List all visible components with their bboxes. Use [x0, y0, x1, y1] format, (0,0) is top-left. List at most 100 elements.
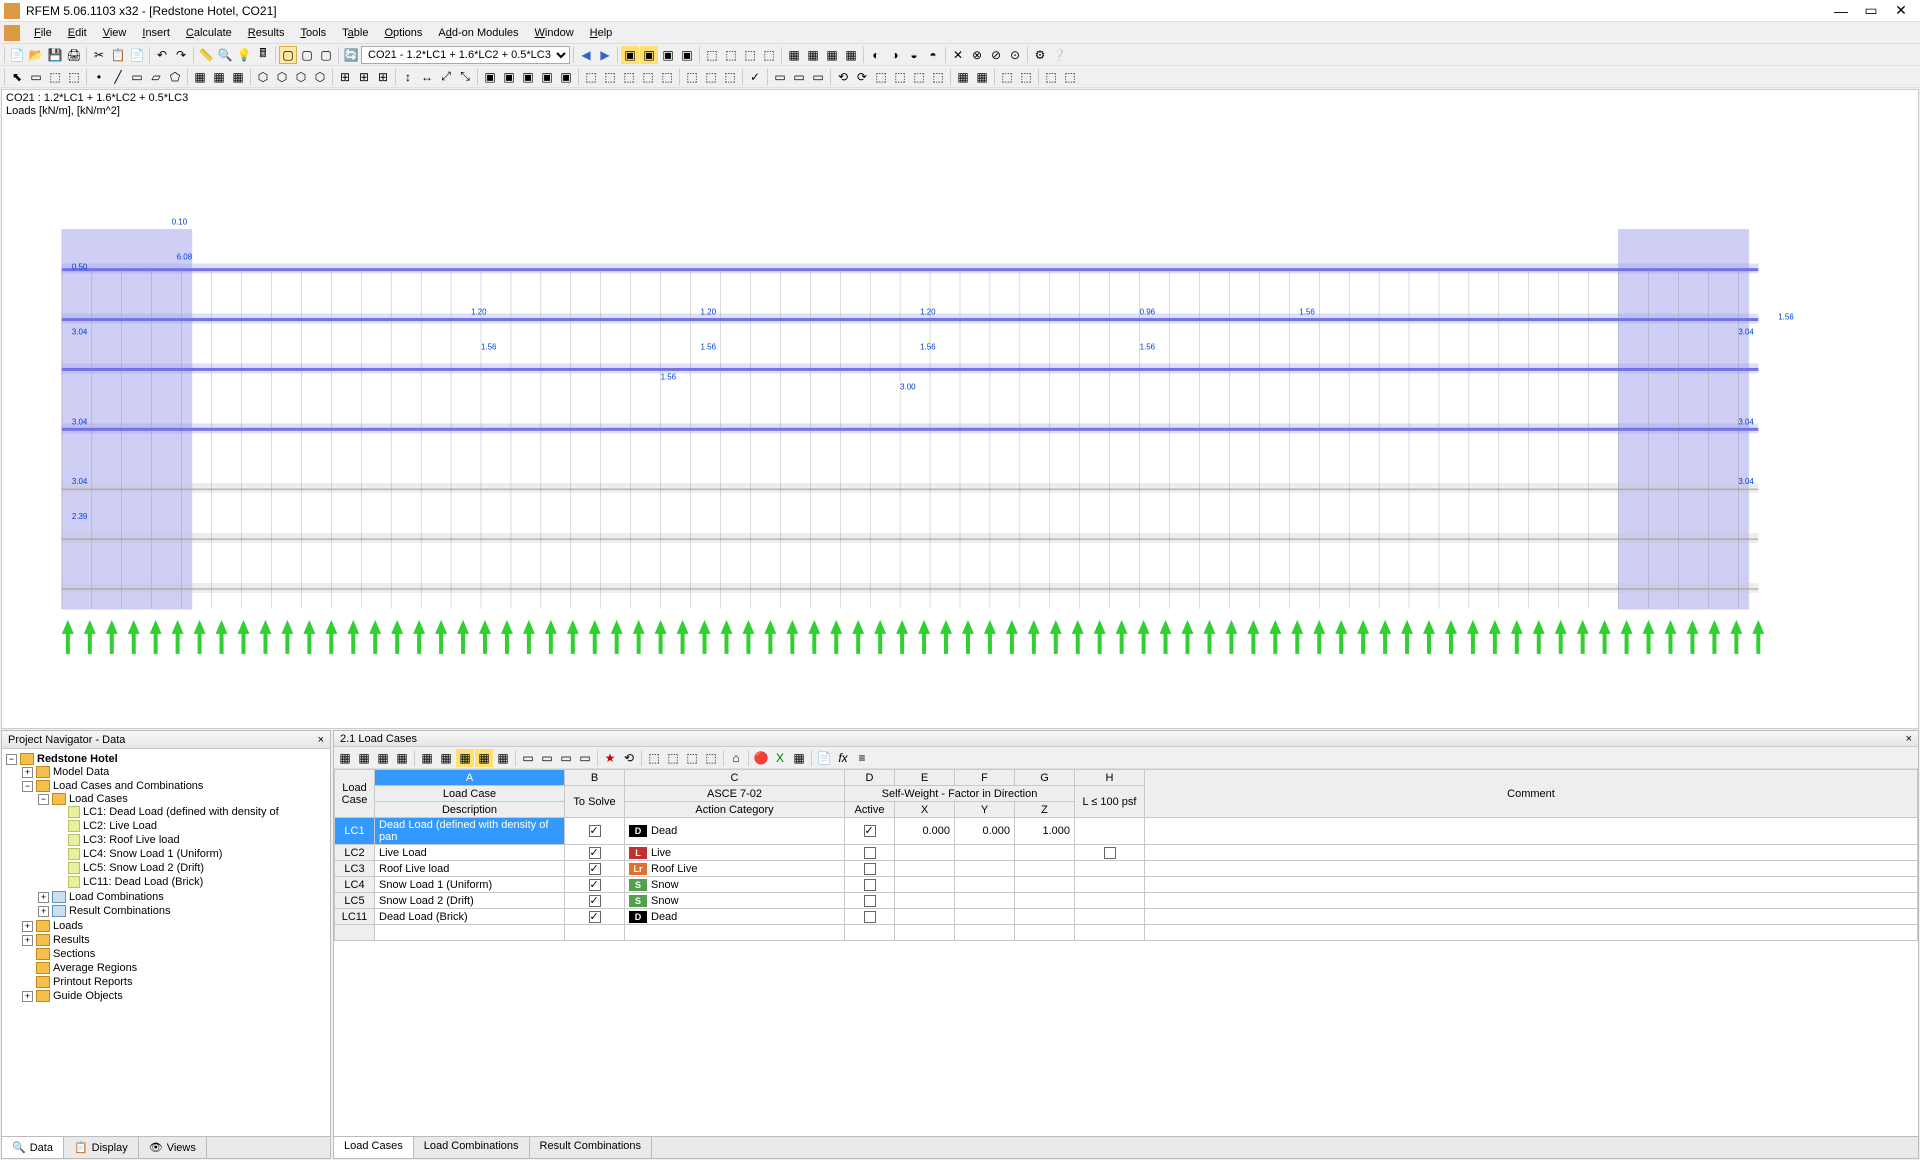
- navigator-tree[interactable]: −Redstone Hotel +Model Data −Load Cases …: [2, 749, 330, 1136]
- tb2-35[interactable]: ⬚: [702, 68, 720, 86]
- tb-open[interactable]: 📂: [27, 46, 45, 64]
- col-G[interactable]: G: [1015, 770, 1075, 786]
- tpt-24[interactable]: 📄: [815, 749, 833, 767]
- tpt-8[interactable]: ▦: [475, 749, 493, 767]
- tb2-11[interactable]: ▦: [210, 68, 228, 86]
- load-cases-table[interactable]: Load Case A B C D E F G H Comment: [334, 769, 1918, 941]
- navigator-close-icon[interactable]: ×: [318, 734, 324, 746]
- table-row[interactable]: LC5Snow Load 2 (Drift)SSnow: [335, 893, 1918, 909]
- minimize-button[interactable]: —: [1826, 1, 1856, 21]
- tb2-32[interactable]: ⬚: [639, 68, 657, 86]
- table-close-icon[interactable]: ×: [1906, 733, 1912, 745]
- menu-help[interactable]: Help: [582, 25, 621, 41]
- tb-undo[interactable]: ↶: [153, 46, 171, 64]
- menu-addons[interactable]: Add-on Modules: [430, 25, 526, 41]
- tb-m3[interactable]: ⬚: [741, 46, 759, 64]
- menu-window[interactable]: Window: [527, 25, 582, 41]
- col-l100[interactable]: L ≤ 100 psf: [1075, 786, 1145, 818]
- tb2-7[interactable]: ▭: [128, 68, 146, 86]
- tpt-14[interactable]: ★: [601, 749, 619, 767]
- tb-r2[interactable]: ▣: [640, 46, 658, 64]
- tb2-21[interactable]: ↔: [418, 68, 436, 86]
- tb2-81[interactable]: ⬚: [1061, 68, 1079, 86]
- tb2-cursor[interactable]: ⬉: [8, 68, 26, 86]
- tb2-5[interactable]: •: [90, 68, 108, 86]
- tb-bulb[interactable]: 💡: [235, 46, 253, 64]
- tp-tab-rc[interactable]: Result Combinations: [530, 1137, 653, 1158]
- tb-refresh[interactable]: 🔄: [342, 46, 360, 64]
- col-to-solve[interactable]: To Solve: [565, 786, 625, 818]
- col-E[interactable]: E: [895, 770, 955, 786]
- tb-panel2[interactable]: ▢: [298, 46, 316, 64]
- tpt-11[interactable]: ▭: [538, 749, 556, 767]
- tb2-54[interactable]: ⬚: [910, 68, 928, 86]
- tb2-28[interactable]: ▣: [557, 68, 575, 86]
- col-active[interactable]: Active: [845, 802, 895, 818]
- tb-m1[interactable]: ⬚: [703, 46, 721, 64]
- tb2-36[interactable]: ⬚: [721, 68, 739, 86]
- menu-view[interactable]: View: [95, 25, 135, 41]
- col-z[interactable]: Z: [1015, 802, 1075, 818]
- tb2-71[interactable]: ⬚: [1017, 68, 1035, 86]
- tb-p3[interactable]: ⊘: [987, 46, 1005, 64]
- tb-o3[interactable]: ◒: [905, 46, 923, 64]
- tp-tab-co[interactable]: Load Combinations: [414, 1137, 530, 1158]
- menu-insert[interactable]: Insert: [134, 25, 178, 41]
- tb-help[interactable]: ❔: [1050, 46, 1068, 64]
- tb2-70[interactable]: ⬚: [998, 68, 1016, 86]
- tb2-52[interactable]: ⬚: [872, 68, 890, 86]
- tb-r3[interactable]: ▣: [659, 46, 677, 64]
- tb-panel3[interactable]: ▢: [317, 46, 335, 64]
- menu-file[interactable]: File: [26, 25, 60, 41]
- tb2-51[interactable]: ⟳: [853, 68, 871, 86]
- menu-table[interactable]: Table: [334, 25, 376, 41]
- tpt-19[interactable]: ⬚: [702, 749, 720, 767]
- tb2-22[interactable]: ⤢: [437, 68, 455, 86]
- tpt-2[interactable]: ▦: [355, 749, 373, 767]
- tb2-53[interactable]: ⬚: [891, 68, 909, 86]
- table-row[interactable]: LC2Live LoadLLive: [335, 845, 1918, 861]
- tb-o1[interactable]: ◐: [867, 46, 885, 64]
- tb-p1[interactable]: ✕: [949, 46, 967, 64]
- viewport[interactable]: CO21 : 1.2*LC1 + 1.6*LC2 + 0.5*LC3 Loads…: [1, 89, 1919, 729]
- tb2-4[interactable]: ⬚: [65, 68, 83, 86]
- nav-tab-views[interactable]: 👁Views: [139, 1137, 207, 1158]
- col-B[interactable]: B: [565, 770, 625, 786]
- tb2-55[interactable]: ⬚: [929, 68, 947, 86]
- menu-tools[interactable]: Tools: [292, 25, 334, 41]
- tb2-40[interactable]: ✓: [746, 68, 764, 86]
- tpt-3[interactable]: ▦: [374, 749, 392, 767]
- col-x[interactable]: X: [895, 802, 955, 818]
- tpt-7[interactable]: ▦: [456, 749, 474, 767]
- tb-panel1[interactable]: ▢: [279, 46, 297, 64]
- col-H[interactable]: H: [1075, 770, 1145, 786]
- close-button[interactable]: ✕: [1886, 1, 1916, 21]
- table-row[interactable]: LC4Snow Load 1 (Uniform)SSnow: [335, 877, 1918, 893]
- tb-print[interactable]: 🖨: [65, 46, 83, 64]
- tb2-13[interactable]: ⬡: [254, 68, 272, 86]
- table-row[interactable]: LC1Dead Load (defined with density of pa…: [335, 818, 1918, 845]
- col-comment[interactable]: Comment: [1145, 770, 1918, 818]
- tb2-33[interactable]: ⬚: [658, 68, 676, 86]
- col-D[interactable]: D: [845, 770, 895, 786]
- tb-m2[interactable]: ⬚: [722, 46, 740, 64]
- tb2-50[interactable]: ⟲: [834, 68, 852, 86]
- tb2-6[interactable]: ╱: [109, 68, 127, 86]
- col-C[interactable]: C: [625, 770, 845, 786]
- tb-paste[interactable]: 📄: [128, 46, 146, 64]
- tpt-10[interactable]: ▭: [519, 749, 537, 767]
- tb-next[interactable]: ▶: [596, 46, 614, 64]
- tb-copy[interactable]: 📋: [109, 46, 127, 64]
- tb-o4[interactable]: ◓: [924, 46, 942, 64]
- maximize-button[interactable]: ▭: [1856, 1, 1886, 21]
- nav-tab-display[interactable]: 📋Display: [64, 1137, 139, 1158]
- tb2-27[interactable]: ▣: [538, 68, 556, 86]
- tpt-4[interactable]: ▦: [393, 749, 411, 767]
- tpt-fx-icon[interactable]: fx: [834, 749, 852, 767]
- tb-cut[interactable]: ✂: [90, 46, 108, 64]
- tb2-17[interactable]: ⊞: [336, 68, 354, 86]
- tb2-61[interactable]: ▦: [973, 68, 991, 86]
- tb-n3[interactable]: ▦: [823, 46, 841, 64]
- tpt-16[interactable]: ⬚: [645, 749, 663, 767]
- tb2-25[interactable]: ▣: [500, 68, 518, 86]
